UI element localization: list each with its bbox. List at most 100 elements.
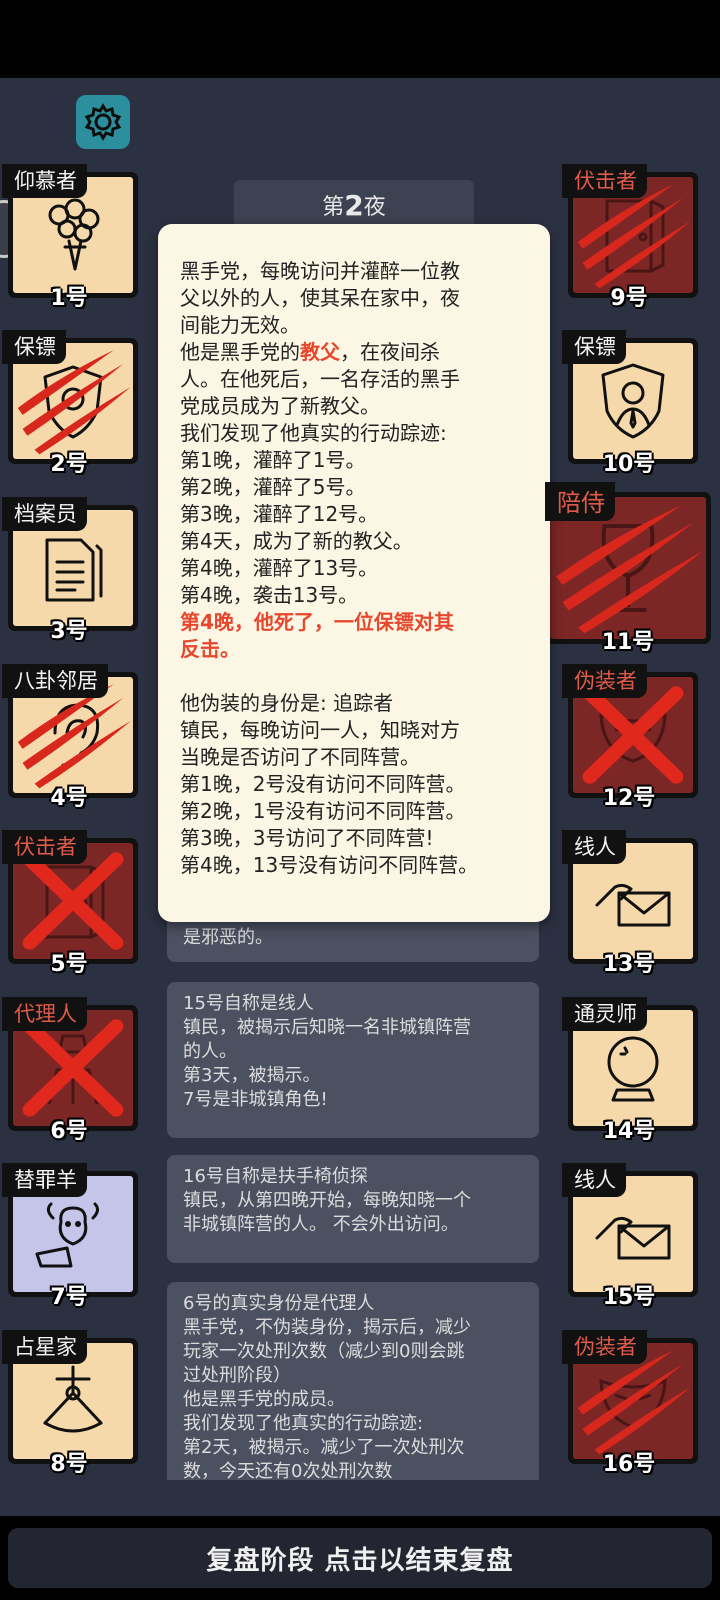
player-number: 4号 bbox=[50, 786, 88, 811]
crystal-ball-icon bbox=[591, 1026, 675, 1110]
true-role-highlight: 教父 bbox=[300, 340, 340, 364]
log-text: 是邪恶的。 bbox=[183, 927, 273, 948]
popup-line: 第2晚，1号没有访问不同阵营。 bbox=[180, 799, 466, 823]
role-detail-popup[interactable]: 黑手党，每晚访问并灌醉一位教 父以外的人，使其呆在家中，夜 间能力无效。 他是黑手党… bbox=[158, 224, 550, 922]
review-log[interactable]: 是邪恶的。 15号自称是线人镇民，被揭示后知晓一名非城镇阵营 的人。第3天，被揭示… bbox=[155, 920, 550, 1480]
log-line: 黑手党，不伪装身份，揭示后，减少 bbox=[183, 1317, 471, 1338]
gear-icon bbox=[84, 103, 122, 141]
popup-line: 第3晚，灌醉了12号。 bbox=[180, 502, 379, 526]
role-label: 线人 bbox=[562, 830, 626, 864]
popup-line: 第4晚，他死了，一位保镖对其 bbox=[180, 610, 454, 634]
popup-line: 间能力无效。 bbox=[180, 313, 300, 337]
popup-line: 第1晚，灌醉了1号。 bbox=[180, 448, 366, 472]
log-line: 16号自称是扶手椅侦探 bbox=[183, 1166, 368, 1187]
player-card[interactable]: 伪装者 12号 bbox=[560, 664, 698, 811]
popup-line: 黑手党，每晚访问并灌醉一位教 bbox=[180, 259, 460, 283]
role-label: 保镖 bbox=[562, 330, 626, 364]
popup-line: 第4晚，灌醉了13号。 bbox=[180, 556, 379, 580]
night-suffix: 夜 bbox=[363, 195, 386, 220]
role-label: 伏击者 bbox=[562, 164, 647, 198]
log-entry-partial: 是邪恶的。 bbox=[167, 920, 539, 962]
popup-line: 我们发现了他真实的行动踪迹: bbox=[180, 421, 447, 445]
end-review-button[interactable]: 复盘阶段 点击以结束复盘 bbox=[8, 1528, 712, 1588]
popup-line: 第3晚，3号访问了不同阵营! bbox=[180, 826, 434, 850]
player-card[interactable]: 保镖 10号 bbox=[560, 330, 698, 477]
popup-line: 第2晚，灌醉了5号。 bbox=[180, 475, 366, 499]
role-label: 代理人 bbox=[2, 997, 87, 1031]
player-number: 8号 bbox=[50, 1452, 88, 1477]
player-card[interactable]: 线人 15号 bbox=[560, 1163, 698, 1310]
player-card[interactable]: 代理人 6号 bbox=[0, 997, 138, 1144]
player-number: 12号 bbox=[602, 786, 656, 811]
player-card[interactable]: 替罪羊 7号 bbox=[0, 1163, 138, 1310]
bottom-bar: 复盘阶段 点击以结束复盘 bbox=[0, 1516, 720, 1600]
night-number: 2 bbox=[344, 188, 364, 222]
bouquet-icon bbox=[31, 193, 115, 277]
player-card[interactable]: 线人 13号 bbox=[560, 830, 698, 977]
sextant-icon bbox=[31, 1359, 115, 1443]
player-card[interactable]: 伏击者 9号 bbox=[560, 164, 698, 311]
log-line: 镇民，从第四晚开始，每晚知晓一个 bbox=[183, 1190, 471, 1211]
popup-line: 人。在他死后，一名存活的黑手 bbox=[180, 367, 460, 391]
role-label: 八卦邻居 bbox=[2, 664, 108, 698]
player-number: 10号 bbox=[602, 452, 656, 477]
player-card[interactable]: 档案员 3号 bbox=[0, 497, 138, 644]
log-line: 第2天，被揭示。减少了一次处刑次 bbox=[183, 1437, 465, 1458]
player-card[interactable]: 仰慕者 1号 bbox=[0, 164, 138, 311]
player-number: 9号 bbox=[610, 286, 648, 311]
log-entry: 15号自称是线人镇民，被揭示后知晓一名非城镇阵营 的人。第3天，被揭示。 7号是非城… bbox=[167, 982, 539, 1138]
role-label: 保镖 bbox=[2, 330, 66, 364]
player-card[interactable]: 八卦邻居 4号 bbox=[0, 664, 138, 811]
log-line: 镇民，被揭示后知晓一名非城镇阵营 bbox=[183, 1017, 471, 1038]
player-number: 15号 bbox=[602, 1285, 656, 1310]
player-card[interactable]: 保镖 2号 bbox=[0, 330, 138, 477]
log-line: 6号的真实身份是代理人 bbox=[183, 1293, 375, 1314]
sheep-icon bbox=[31, 1192, 115, 1276]
player-card[interactable]: 伏击者 5号 bbox=[0, 830, 138, 977]
player-number: 11号 bbox=[601, 630, 655, 655]
settings-button[interactable] bbox=[76, 95, 130, 149]
log-entry: 6号的真实身份是代理人 黑手党，不伪装身份，揭示后，减少 玩家一次处刑次数（减少到0… bbox=[167, 1282, 539, 1480]
log-line: 他是黑手党的成员。 bbox=[183, 1389, 345, 1410]
popup-line: 镇民，每晚访问一人，知晓对方 bbox=[180, 718, 460, 742]
popup-line: 第4天，成为了新的教父。 bbox=[180, 529, 413, 553]
role-label: 伏击者 bbox=[2, 830, 87, 864]
player-card[interactable]: 陪侍 11号 bbox=[545, 482, 711, 655]
documents-icon bbox=[31, 526, 115, 610]
player-number: 7号 bbox=[50, 1285, 88, 1310]
envelope-icon bbox=[591, 859, 675, 943]
identity-line: 他是黑手党的教父，在夜间杀 bbox=[180, 340, 440, 364]
popup-line: 他伪装的身份是: 追踪者 bbox=[180, 691, 394, 715]
log-line: 过处刑阶段） bbox=[183, 1365, 291, 1386]
role-label: 替罪羊 bbox=[2, 1163, 87, 1197]
log-line: 7号是非城镇角色! bbox=[183, 1089, 328, 1110]
popup-line: 第1晚，2号没有访问不同阵营。 bbox=[180, 772, 466, 796]
log-line: 15号自称是线人 bbox=[183, 993, 314, 1014]
night-prefix: 第 bbox=[322, 195, 345, 220]
popup-line: 反击。 bbox=[180, 637, 240, 661]
role-label: 通灵师 bbox=[562, 997, 647, 1031]
night-indicator: 第2夜 bbox=[234, 180, 474, 230]
popup-line: 第4晚，13号没有访问不同阵营。 bbox=[180, 853, 479, 877]
bodyguard-icon bbox=[591, 359, 675, 443]
log-line: 的人。 bbox=[183, 1041, 237, 1062]
role-label: 仰慕者 bbox=[2, 164, 87, 198]
log-line: 第3天，被揭示。 bbox=[183, 1065, 321, 1086]
player-number: 1号 bbox=[50, 286, 88, 311]
log-entry: 16号自称是扶手椅侦探镇民，从第四晚开始，每晚知晓一个 非城镇阵营的人。 不会外出… bbox=[167, 1155, 539, 1263]
role-label: 伪装者 bbox=[562, 664, 647, 698]
player-number: 6号 bbox=[50, 1119, 88, 1144]
log-line: 数，今天还有0次处刑次数 bbox=[183, 1461, 393, 1480]
player-number: 13号 bbox=[602, 952, 656, 977]
popup-line: 党成员成为了新教父。 bbox=[180, 394, 380, 418]
log-line: 非城镇阵营的人。 不会外出访问。 bbox=[183, 1214, 459, 1235]
player-card[interactable]: 占星家 8号 bbox=[0, 1330, 138, 1477]
log-line: 我们发现了他真实的行动踪迹: bbox=[183, 1413, 424, 1434]
role-label: 档案员 bbox=[2, 497, 87, 531]
envelope-icon bbox=[591, 1192, 675, 1276]
player-card[interactable]: 伪装者 16号 bbox=[560, 1330, 698, 1477]
player-number: 2号 bbox=[50, 452, 88, 477]
player-card[interactable]: 通灵师 14号 bbox=[560, 997, 698, 1144]
player-number: 14号 bbox=[602, 1119, 656, 1144]
role-label: 伪装者 bbox=[562, 1330, 647, 1364]
